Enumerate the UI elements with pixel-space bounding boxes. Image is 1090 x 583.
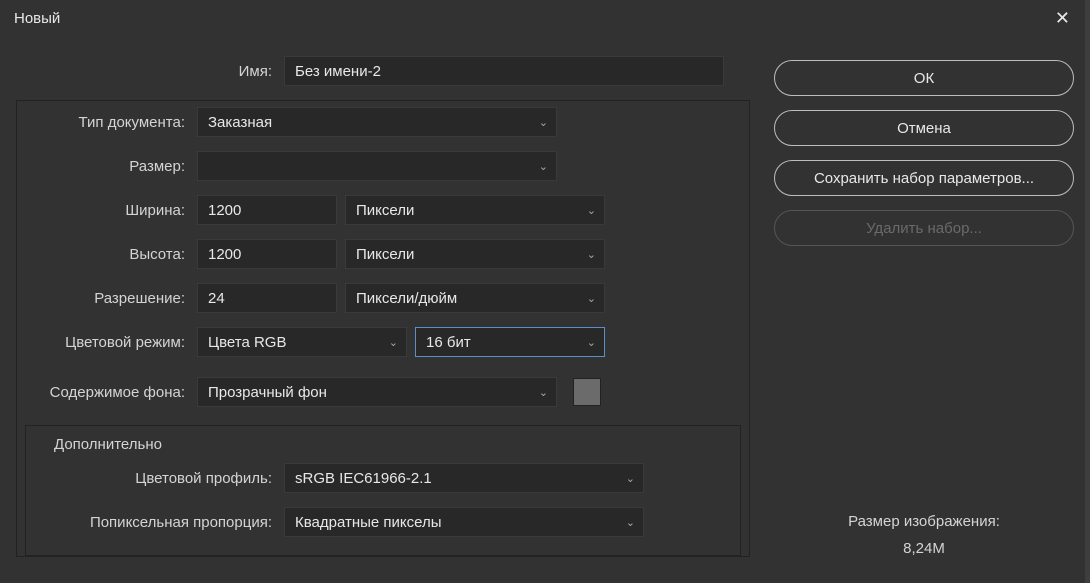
doc-type-value: Заказная xyxy=(208,114,272,131)
bg-content-label: Содержимое фона: xyxy=(25,384,189,401)
scrollbar-track[interactable] xyxy=(1085,0,1090,583)
color-profile-label: Цветовой профиль: xyxy=(36,470,276,487)
resolution-label: Разрешение: xyxy=(25,290,189,307)
chevron-down-icon: ⌄ xyxy=(626,516,635,529)
name-label: Имя: xyxy=(16,63,276,80)
color-mode-dropdown[interactable]: Цвета RGB ⌄ xyxy=(197,327,407,357)
chevron-down-icon: ⌄ xyxy=(626,472,635,485)
bit-depth-dropdown[interactable]: 16 бит ⌄ xyxy=(415,327,605,357)
width-unit-dropdown[interactable]: Пиксели ⌄ xyxy=(345,195,605,225)
chevron-down-icon: ⌄ xyxy=(539,116,548,129)
chevron-down-icon: ⌄ xyxy=(539,160,548,173)
height-unit-dropdown[interactable]: Пиксели ⌄ xyxy=(345,239,605,269)
resolution-input[interactable] xyxy=(197,283,337,313)
bg-content-value: Прозрачный фон xyxy=(208,384,327,401)
color-mode-label: Цветовой режим: xyxy=(25,334,189,351)
width-label: Ширина: xyxy=(25,202,189,219)
chevron-down-icon: ⌄ xyxy=(587,204,596,217)
height-input[interactable] xyxy=(197,239,337,269)
name-input[interactable] xyxy=(284,56,724,86)
height-unit-value: Пиксели xyxy=(356,246,414,263)
pixel-aspect-value: Квадратные пикселы xyxy=(295,514,442,531)
resolution-unit-dropdown[interactable]: Пиксели/дюйм ⌄ xyxy=(345,283,605,313)
chevron-down-icon: ⌄ xyxy=(587,336,596,349)
delete-preset-button: Удалить набор... xyxy=(774,210,1074,246)
image-size-value: 8,24M xyxy=(774,540,1074,557)
height-label: Высота: xyxy=(25,246,189,263)
color-mode-value: Цвета RGB xyxy=(208,334,286,351)
image-size-label: Размер изображения: xyxy=(774,513,1074,530)
resolution-unit-value: Пиксели/дюйм xyxy=(356,290,457,307)
chevron-down-icon: ⌄ xyxy=(587,292,596,305)
cancel-button[interactable]: Отмена xyxy=(774,110,1074,146)
width-unit-value: Пиксели xyxy=(356,202,414,219)
size-label: Размер: xyxy=(25,158,189,175)
close-icon[interactable]: ✕ xyxy=(1049,4,1076,33)
chevron-down-icon: ⌄ xyxy=(539,386,548,399)
bg-content-dropdown[interactable]: Прозрачный фон ⌄ xyxy=(197,377,557,407)
bg-color-swatch[interactable] xyxy=(573,378,601,406)
advanced-legend: Дополнительно xyxy=(48,436,168,453)
color-profile-value: sRGB IEC61966-2.1 xyxy=(295,470,432,487)
color-profile-dropdown[interactable]: sRGB IEC61966-2.1 ⌄ xyxy=(284,463,644,493)
pixel-aspect-dropdown[interactable]: Квадратные пикселы ⌄ xyxy=(284,507,644,537)
size-dropdown[interactable]: ⌄ xyxy=(197,151,557,181)
save-preset-button[interactable]: Сохранить набор параметров... xyxy=(774,160,1074,196)
dialog-title: Новый xyxy=(14,10,60,27)
ok-button[interactable]: ОК xyxy=(774,60,1074,96)
bit-depth-value: 16 бит xyxy=(426,334,471,351)
width-input[interactable] xyxy=(197,195,337,225)
pixel-aspect-label: Попиксельная пропорция: xyxy=(36,514,276,531)
doc-type-dropdown[interactable]: Заказная ⌄ xyxy=(197,107,557,137)
chevron-down-icon: ⌄ xyxy=(389,336,398,349)
doc-type-label: Тип документа: xyxy=(25,114,189,131)
chevron-down-icon: ⌄ xyxy=(587,248,596,261)
